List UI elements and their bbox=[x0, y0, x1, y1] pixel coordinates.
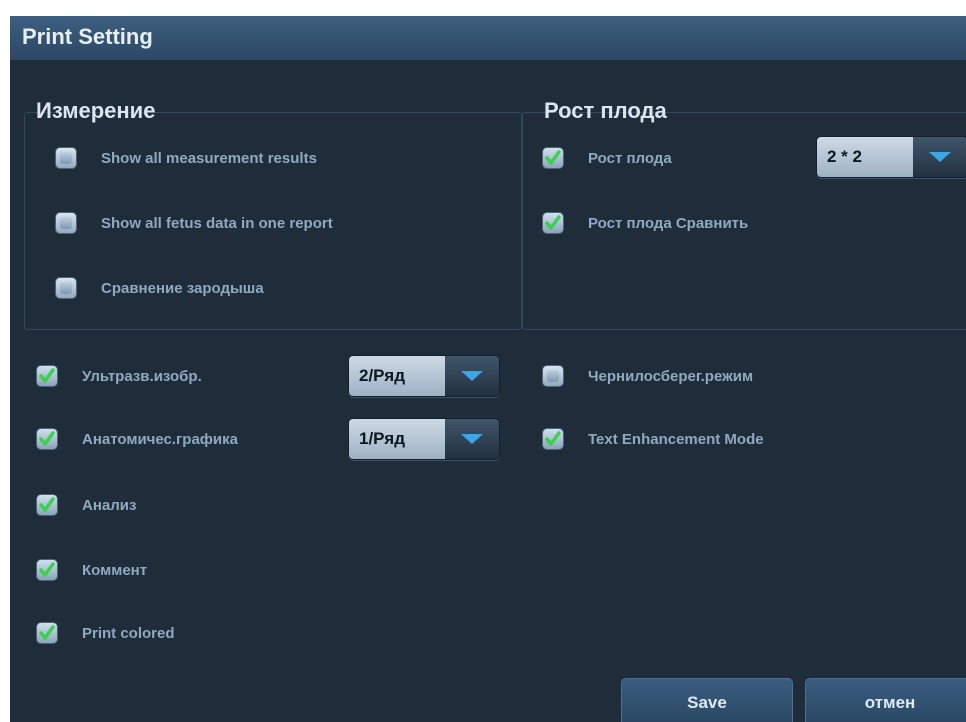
select-value: 1/Ряд bbox=[349, 419, 445, 459]
option-fetal-growth-compare[interactable]: Рост плода Сравнить bbox=[542, 208, 748, 238]
option-show-all-measurement-results[interactable]: Show all measurement results bbox=[55, 143, 317, 173]
option-label: Рост плода bbox=[588, 149, 672, 167]
fetal-growth-layout-select[interactable]: 2 * 2 bbox=[816, 136, 966, 178]
check-icon bbox=[39, 431, 55, 446]
option-ink-saver-mode[interactable]: Чернилосберег.режим bbox=[542, 361, 753, 391]
check-icon bbox=[545, 150, 561, 165]
print-setting-dialog: Print Setting Измерение Show all measure… bbox=[10, 16, 966, 722]
option-anatomy-graphics[interactable]: Анатомичес.графика bbox=[36, 424, 238, 454]
option-comment[interactable]: Коммент bbox=[36, 555, 147, 585]
option-embryo-comparison[interactable]: Сравнение зародыша bbox=[55, 273, 264, 303]
checkbox-checked[interactable] bbox=[36, 559, 58, 581]
chevron-down-icon[interactable] bbox=[445, 419, 499, 459]
checkbox-checked[interactable] bbox=[36, 622, 58, 644]
check-icon bbox=[545, 215, 561, 230]
checkbox-unchecked[interactable] bbox=[55, 147, 77, 169]
checkbox-checked[interactable] bbox=[542, 212, 564, 234]
measurement-group-title: Измерение bbox=[36, 98, 156, 123]
select-value: 2/Ряд bbox=[349, 356, 445, 396]
option-label: Show all measurement results bbox=[101, 149, 317, 167]
checkbox-unchecked[interactable] bbox=[55, 212, 77, 234]
option-fetal-growth[interactable]: Рост плода bbox=[542, 143, 672, 173]
ultrasound-per-row-select[interactable]: 2/Ряд bbox=[348, 355, 500, 397]
checkbox-checked[interactable] bbox=[36, 494, 58, 516]
option-show-all-fetus-data[interactable]: Show all fetus data in one report bbox=[55, 208, 333, 238]
option-analysis[interactable]: Анализ bbox=[36, 490, 136, 520]
option-ultrasound-image[interactable]: Ультразв.изобр. bbox=[36, 361, 202, 391]
checkbox-checked[interactable] bbox=[542, 428, 564, 450]
check-icon bbox=[545, 431, 561, 446]
check-icon bbox=[39, 625, 55, 640]
option-print-colored[interactable]: Print colored bbox=[36, 618, 175, 648]
anatomy-per-row-select[interactable]: 1/Ряд bbox=[348, 418, 500, 460]
checkbox-checked[interactable] bbox=[36, 428, 58, 450]
option-label: Text Enhancement Mode bbox=[588, 430, 764, 448]
check-icon bbox=[39, 562, 55, 577]
option-label: Анализ bbox=[82, 496, 137, 514]
option-label: Show all fetus data in one report bbox=[101, 214, 333, 232]
chevron-down-icon[interactable] bbox=[445, 356, 499, 396]
dialog-titlebar: Print Setting bbox=[10, 16, 966, 60]
save-button[interactable]: Save bbox=[621, 678, 793, 722]
option-text-enhancement-mode[interactable]: Text Enhancement Mode bbox=[542, 424, 764, 454]
checkbox-checked[interactable] bbox=[36, 365, 58, 387]
cancel-button[interactable]: отмен bbox=[805, 678, 966, 722]
chevron-down-icon[interactable] bbox=[913, 137, 966, 177]
option-label: Анатомичес.графика bbox=[82, 430, 238, 448]
fetal-growth-group-title: Рост плода bbox=[544, 98, 667, 123]
option-label: Ультразв.изобр. bbox=[82, 367, 202, 385]
checkbox-unchecked[interactable] bbox=[55, 277, 77, 299]
checkbox-checked[interactable] bbox=[542, 147, 564, 169]
option-label: Чернилосберег.режим bbox=[588, 367, 754, 385]
option-label: Print colored bbox=[82, 624, 175, 642]
checkbox-unchecked[interactable] bbox=[542, 365, 564, 387]
check-icon bbox=[39, 497, 55, 512]
option-label: Коммент bbox=[82, 561, 148, 579]
option-label: Рост плода Сравнить bbox=[588, 214, 749, 232]
select-value: 2 * 2 bbox=[817, 137, 913, 177]
check-icon bbox=[39, 368, 55, 383]
option-label: Сравнение зародыша bbox=[101, 279, 264, 297]
dialog-title: Print Setting bbox=[22, 24, 153, 49]
